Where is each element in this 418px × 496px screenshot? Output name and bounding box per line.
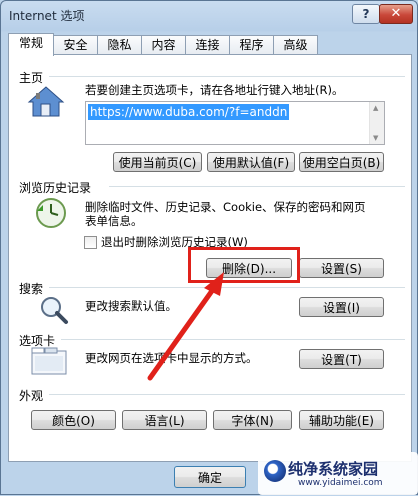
tab-general[interactable]: 常规 — [8, 33, 54, 56]
watermark-logo-icon — [264, 460, 286, 482]
watermark: 纯净系统家园 www.yidaimei.com — [258, 452, 418, 495]
pointer-arrow-icon — [147, 272, 224, 381]
watermark-url: www.yidaimei.com — [298, 478, 383, 488]
watermark-title: 纯净系统家园 — [288, 460, 379, 478]
